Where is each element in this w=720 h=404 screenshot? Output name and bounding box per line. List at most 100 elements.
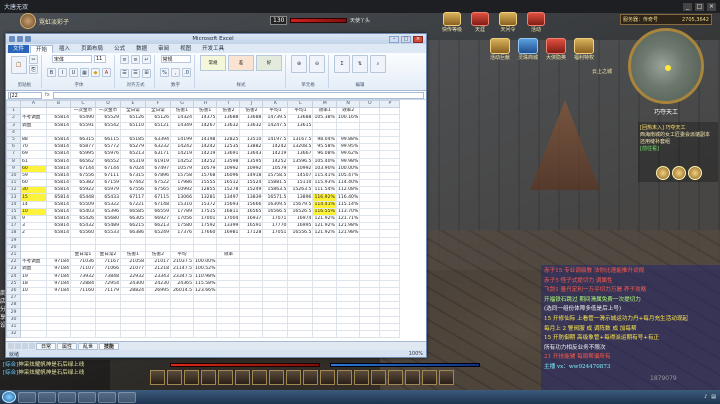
style-good[interactable]: 好 — [256, 55, 282, 71]
cell[interactable] — [379, 114, 401, 123]
cell[interactable]: 13208.5 — [287, 143, 314, 152]
wrap-text-icon[interactable]: ↵ — [142, 55, 151, 64]
cell[interactable] — [335, 121, 361, 130]
cell[interactable] — [262, 265, 289, 274]
hud-item[interactable]: 快传等级 — [440, 12, 464, 40]
cell[interactable]: 65249 — [145, 229, 171, 238]
cell[interactable] — [70, 322, 96, 332]
cell[interactable]: 18 — [20, 279, 47, 288]
sheet-tab[interactable]: 乱世 — [78, 342, 99, 350]
cell[interactable] — [335, 243, 361, 252]
cell[interactable]: 15263.5 — [287, 186, 314, 195]
cell[interactable]: 平均 — [170, 250, 194, 260]
cell[interactable]: 24230 — [145, 279, 171, 288]
cell[interactable] — [359, 236, 381, 245]
redo-icon[interactable] — [25, 36, 31, 42]
cell[interactable] — [312, 286, 337, 296]
cell[interactable] — [379, 186, 401, 195]
shop-icon[interactable] — [443, 12, 461, 26]
cell[interactable]: 14247.5 — [262, 121, 289, 130]
cell[interactable]: 13399 — [216, 222, 241, 231]
ribbon-tab[interactable]: 页面布局 — [76, 45, 108, 53]
cell[interactable] — [379, 157, 401, 166]
cell[interactable]: 99.88% — [335, 135, 361, 145]
cell[interactable]: 96.08% — [312, 150, 337, 159]
cell[interactable] — [216, 236, 241, 245]
player-avatar[interactable] — [20, 13, 36, 29]
cell[interactable] — [95, 329, 121, 339]
cell[interactable] — [312, 265, 337, 274]
cell[interactable] — [192, 301, 218, 310]
cell[interactable]: 66585 — [120, 207, 146, 217]
number-format-select[interactable]: 常规 — [160, 55, 191, 63]
paste-icon[interactable]: 📋 — [11, 55, 27, 74]
column-header[interactable]: C — [70, 100, 96, 109]
column-header[interactable]: I — [216, 100, 241, 109]
cell[interactable] — [379, 143, 401, 152]
cell[interactable]: 16566.5 — [262, 207, 289, 217]
row-header[interactable]: 8 — [6, 157, 21, 166]
cell[interactable] — [46, 301, 71, 310]
cell[interactable]: 14375 — [192, 114, 218, 123]
cell[interactable]: 66315 — [70, 135, 96, 145]
cell[interactable]: 67896 — [145, 171, 171, 181]
ribbon-tab[interactable]: 公式 — [109, 45, 130, 53]
cell[interactable]: 65403 — [70, 207, 96, 217]
cell[interactable]: 121.92% — [312, 229, 337, 238]
merge-icon[interactable]: ⊞ — [142, 68, 151, 78]
cell[interactable]: 效率1 — [312, 107, 337, 116]
cell[interactable]: 13632 — [239, 121, 264, 130]
cell[interactable]: 13281 — [192, 193, 218, 202]
cell[interactable] — [335, 258, 361, 267]
row-header[interactable]: 22 — [6, 258, 21, 267]
cell[interactable]: 67024 — [120, 164, 146, 173]
cell[interactable]: 116.92% — [312, 193, 337, 202]
ribbon-tab[interactable]: 数据 — [131, 45, 152, 53]
find-icon[interactable]: ⌕ — [370, 55, 386, 73]
cell[interactable] — [359, 308, 381, 317]
cell[interactable] — [379, 250, 401, 260]
cell[interactable] — [216, 128, 241, 137]
align-left-icon[interactable]: ☰ — [120, 68, 129, 78]
column-header[interactable]: E — [120, 100, 146, 109]
cell[interactable] — [379, 207, 401, 217]
cell[interactable] — [262, 329, 289, 339]
skill-slot-icon[interactable] — [422, 369, 437, 385]
cell[interactable]: 65110 — [120, 121, 146, 130]
cell[interactable] — [70, 315, 96, 324]
quest-title[interactable]: [回热未入] 巧夺天工 — [640, 124, 716, 131]
cell[interactable] — [239, 128, 264, 137]
cell[interactable]: 99.98% — [335, 157, 361, 166]
insert-cells-icon[interactable]: ⊕ — [291, 55, 307, 73]
cell[interactable]: 一次金币 — [70, 107, 96, 116]
cell[interactable]: 17051 — [262, 229, 289, 238]
cell[interactable]: 67556 — [120, 186, 146, 195]
cell[interactable] — [95, 315, 121, 324]
cell[interactable] — [312, 315, 337, 324]
cell[interactable] — [312, 243, 337, 252]
excel-window[interactable]: Microsoft Excel – □ × 文件 开始 插入 页面布局 公式 数据 审阅 视图… — [5, 33, 427, 358]
cell[interactable]: 67522 — [145, 179, 171, 188]
cell[interactable]: 12855 — [192, 186, 218, 195]
cell[interactable] — [170, 128, 194, 137]
cell[interactable]: 15881.5 — [262, 179, 289, 188]
cell[interactable]: 10992 — [239, 164, 264, 173]
cell[interactable]: 伤害2 — [216, 107, 241, 116]
row-header[interactable]: 11 — [6, 179, 21, 188]
cell[interactable] — [145, 301, 171, 310]
cell[interactable]: 71179 — [95, 286, 121, 296]
cell[interactable]: 14242 — [192, 143, 218, 152]
cell[interactable]: 100.00% — [335, 164, 361, 173]
cell[interactable] — [359, 164, 381, 173]
cell[interactable]: 3 — [20, 222, 47, 231]
cell[interactable]: 16096 — [216, 171, 241, 181]
maximize-icon[interactable]: □ — [695, 2, 704, 11]
cell[interactable] — [312, 121, 337, 130]
cell[interactable] — [170, 308, 194, 317]
hud-item[interactable]: 福利特权 — [572, 38, 596, 61]
row-header[interactable]: 28 — [6, 301, 21, 310]
cell[interactable] — [379, 135, 401, 145]
cell[interactable] — [46, 322, 71, 332]
column-header[interactable]: H — [192, 100, 218, 109]
cell[interactable]: 97184 — [46, 279, 71, 288]
